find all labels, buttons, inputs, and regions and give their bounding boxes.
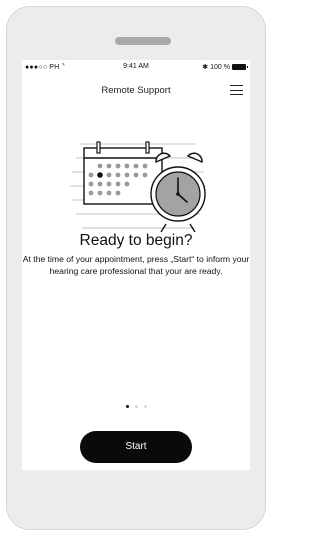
bluetooth-icon: ✱: [202, 64, 209, 71]
app-screen: ●●●○○ PH ⌝ 9:41 AM ✱ 100 % Remote Suppor…: [22, 60, 250, 470]
calendar-alarm-clock-icon: [70, 141, 206, 233]
page-dot-2[interactable]: [134, 405, 138, 408]
page-dot-1[interactable]: [125, 405, 129, 408]
page-indicator: [22, 405, 250, 408]
page-title: Remote Support: [101, 85, 171, 96]
battery-icon: [232, 64, 248, 70]
page-dot-3[interactable]: [143, 405, 147, 408]
headline: Ready to begin?: [79, 232, 193, 249]
start-button[interactable]: Start: [80, 431, 192, 463]
top-nav: Remote Support: [22, 82, 250, 102]
status-bar: ●●●○○ PH ⌝ 9:41 AM ✱ 100 %: [22, 60, 250, 74]
instruction-text: At the time of your appointment, press „…: [22, 254, 250, 276]
battery-percent: 100 %: [210, 63, 230, 71]
phone-speaker: [115, 37, 171, 45]
hamburger-icon[interactable]: [230, 85, 243, 96]
status-right: ✱ 100 %: [202, 63, 248, 71]
